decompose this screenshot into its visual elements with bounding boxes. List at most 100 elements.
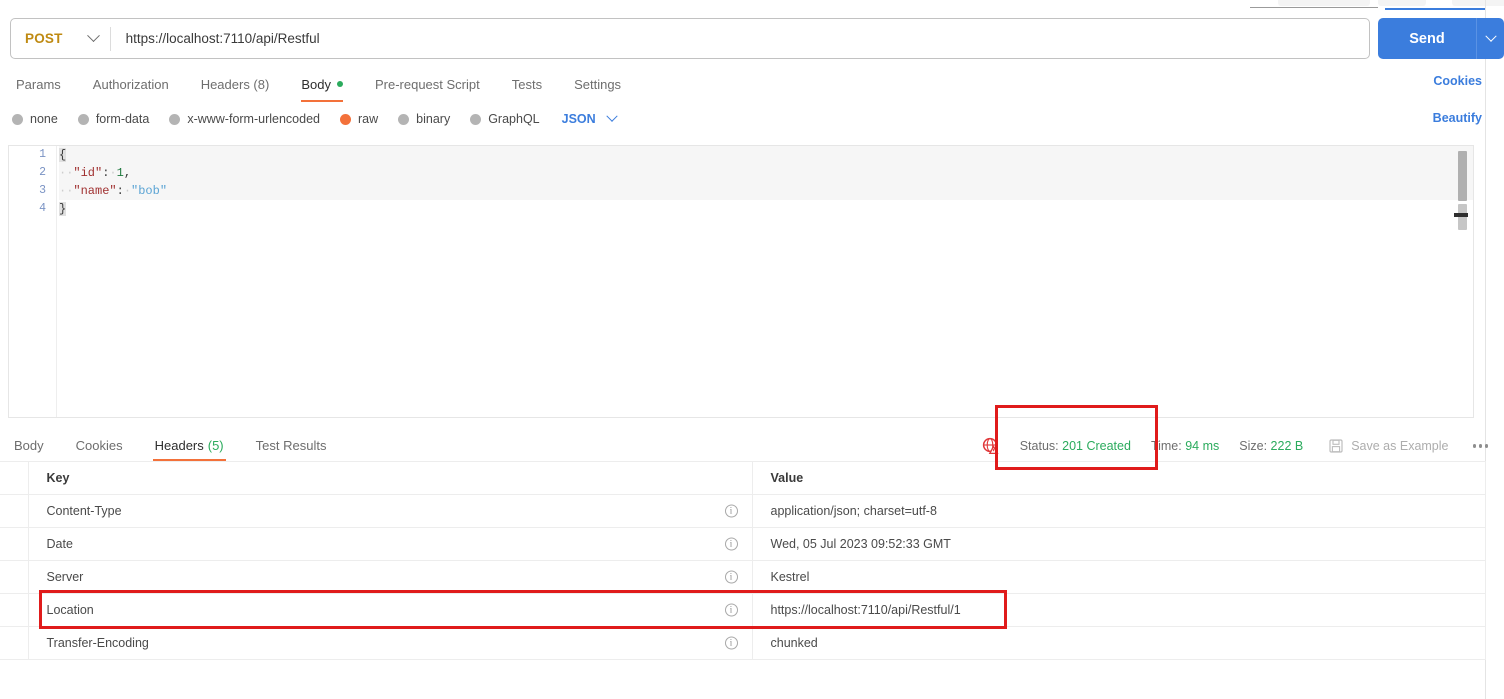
info-icon[interactable]: i bbox=[724, 570, 738, 584]
request-body-editor[interactable]: 1 2 3 4 { ··"id":·1, ··"name":·"bob" } bbox=[8, 145, 1474, 418]
header-key-cell: Server i bbox=[28, 560, 753, 594]
response-meta-bar: Status: 201 Created Time: 94 ms Size: 22… bbox=[982, 434, 1492, 458]
tab-settings[interactable]: Settings bbox=[558, 70, 637, 98]
request-url-input[interactable] bbox=[110, 30, 1369, 47]
send-button[interactable]: Send bbox=[1378, 18, 1476, 59]
editor-horizontal-scrollbar[interactable] bbox=[1454, 213, 1468, 217]
response-tab-cookies[interactable]: Cookies bbox=[60, 432, 139, 458]
chevron-down-icon bbox=[606, 110, 618, 122]
request-url-bar: POST bbox=[10, 18, 1370, 59]
header-value-cell: chunked bbox=[752, 626, 1486, 660]
radio-icon bbox=[12, 113, 23, 125]
response-tab-body[interactable]: Body bbox=[0, 432, 60, 458]
line-number: 2 bbox=[39, 166, 46, 179]
tab-params[interactable]: Params bbox=[0, 70, 77, 98]
header-value-cell: Wed, 05 Jul 2023 09:52:33 GMT bbox=[752, 527, 1486, 561]
response-tab-headers[interactable]: Headers (5) bbox=[139, 432, 240, 461]
info-icon[interactable]: i bbox=[724, 504, 738, 518]
table-row[interactable]: Content-Type i application/json; charset… bbox=[0, 494, 1486, 528]
size-value: 222 B bbox=[1270, 439, 1304, 453]
table-spacer-cell bbox=[0, 461, 29, 495]
save-as-example-label: Save as Example bbox=[1351, 439, 1449, 453]
table-row[interactable]: Server i Kestrel bbox=[0, 560, 1486, 594]
postman-window: ⁞ POST Send Params Authorization Headers… bbox=[0, 0, 1504, 699]
chevron-down-icon bbox=[1484, 30, 1497, 42]
response-tab-test-results[interactable]: Test Results bbox=[240, 432, 343, 458]
editor-vertical-scrollbar[interactable] bbox=[1454, 148, 1470, 417]
tab-pre-request-script[interactable]: Pre-request Script bbox=[359, 70, 496, 98]
tab-label: Headers bbox=[154, 437, 204, 453]
partial-underline-blue bbox=[1385, 8, 1485, 10]
table-row[interactable]: Transfer-Encoding i chunked bbox=[0, 626, 1486, 660]
body-mode-binary[interactable]: binary bbox=[398, 112, 450, 126]
tab-label: Params bbox=[16, 76, 61, 92]
table-spacer-cell bbox=[0, 560, 29, 594]
body-modified-dot-icon bbox=[336, 81, 343, 87]
line-number: 4 bbox=[39, 202, 46, 215]
header-key-text: Location bbox=[46, 603, 94, 617]
tab-label: Headers (8) bbox=[200, 76, 270, 92]
tab-body[interactable]: Body bbox=[285, 70, 359, 102]
tab-count: (5) bbox=[207, 437, 224, 453]
body-mode-urlencoded[interactable]: x-www-form-urlencoded bbox=[169, 112, 320, 126]
table-spacer-cell bbox=[0, 494, 29, 528]
tab-label: Pre-request Script bbox=[374, 76, 480, 92]
body-mode-label: x-www-form-urlencoded bbox=[187, 112, 320, 126]
info-icon[interactable]: i bbox=[724, 603, 738, 617]
code-line-1: { bbox=[59, 146, 1473, 164]
save-disk-icon bbox=[1329, 439, 1343, 453]
table-spacer-cell bbox=[0, 626, 29, 660]
http-method-select[interactable]: POST bbox=[11, 19, 110, 58]
header-key-text: Transfer-Encoding bbox=[46, 636, 149, 650]
radio-icon bbox=[77, 113, 89, 125]
tab-label: Body bbox=[14, 437, 44, 453]
beautify-link[interactable]: Beautify bbox=[1433, 111, 1482, 125]
size-badge: Size: 222 B bbox=[1239, 439, 1303, 453]
tab-label: Body bbox=[301, 76, 331, 92]
info-icon[interactable]: i bbox=[724, 636, 738, 650]
header-key-cell: Transfer-Encoding i bbox=[28, 626, 753, 660]
tab-label: Tests bbox=[511, 76, 543, 92]
header-key-cell: Date i bbox=[28, 527, 753, 561]
response-tab-bar: Body Cookies Headers (5) Test Results bbox=[0, 432, 343, 461]
scrollbar-thumb[interactable] bbox=[1458, 151, 1467, 201]
send-options-button[interactable] bbox=[1476, 18, 1504, 59]
editor-code-area[interactable]: { ··"id":·1, ··"name":·"bob" } bbox=[59, 146, 1473, 218]
body-mode-raw[interactable]: raw bbox=[340, 112, 378, 126]
table-row[interactable]: Date i Wed, 05 Jul 2023 09:52:33 GMT bbox=[0, 527, 1486, 561]
body-mode-label: form-data bbox=[95, 112, 150, 126]
save-as-example-button[interactable]: Save as Example bbox=[1329, 439, 1449, 453]
scrollbar-thumb-secondary[interactable] bbox=[1458, 204, 1467, 230]
top-window-chrome bbox=[0, 0, 1504, 10]
tab-authorization[interactable]: Authorization bbox=[77, 70, 185, 98]
raw-format-select[interactable]: JSON bbox=[562, 110, 618, 126]
ellipsis-icon[interactable] bbox=[1469, 440, 1493, 452]
table-spacer-cell bbox=[0, 527, 29, 561]
column-header-key: Key bbox=[28, 461, 753, 495]
table-row-location[interactable]: Location i https://localhost:7110/api/Re… bbox=[0, 593, 1486, 627]
partial-tab-left bbox=[1278, 0, 1370, 6]
tab-label: Authorization bbox=[92, 76, 169, 92]
code-line-3: ··"name":·"bob" bbox=[59, 182, 1473, 200]
line-number: 3 bbox=[39, 184, 46, 197]
body-mode-none[interactable]: none bbox=[12, 112, 58, 126]
table-header-row: Key Value bbox=[0, 461, 1486, 495]
radio-selected-icon bbox=[340, 113, 351, 125]
cookies-link[interactable]: Cookies bbox=[1433, 74, 1482, 88]
tab-label: Cookies bbox=[75, 437, 123, 453]
body-mode-form-data[interactable]: form-data bbox=[77, 112, 150, 126]
response-headers-table: Key Value Content-Type i application/jso… bbox=[0, 461, 1486, 660]
body-mode-graphql[interactable]: GraphQL bbox=[470, 112, 540, 126]
info-icon[interactable]: i bbox=[724, 537, 738, 551]
tab-tests[interactable]: Tests bbox=[496, 70, 558, 98]
code-line-4: } bbox=[59, 202, 67, 216]
partial-tab-right bbox=[1452, 0, 1504, 6]
status-value: 201 Created bbox=[1062, 439, 1131, 453]
active-tab-underline bbox=[301, 100, 343, 102]
header-key-cell: Location i bbox=[28, 593, 753, 627]
tab-headers[interactable]: Headers (8) bbox=[185, 70, 286, 98]
line-number: 1 bbox=[39, 148, 46, 161]
http-method-label: POST bbox=[25, 31, 63, 46]
column-header-value: Value bbox=[752, 461, 1486, 495]
request-tab-bar: Params Authorization Headers (8) Body Pr… bbox=[0, 70, 637, 102]
